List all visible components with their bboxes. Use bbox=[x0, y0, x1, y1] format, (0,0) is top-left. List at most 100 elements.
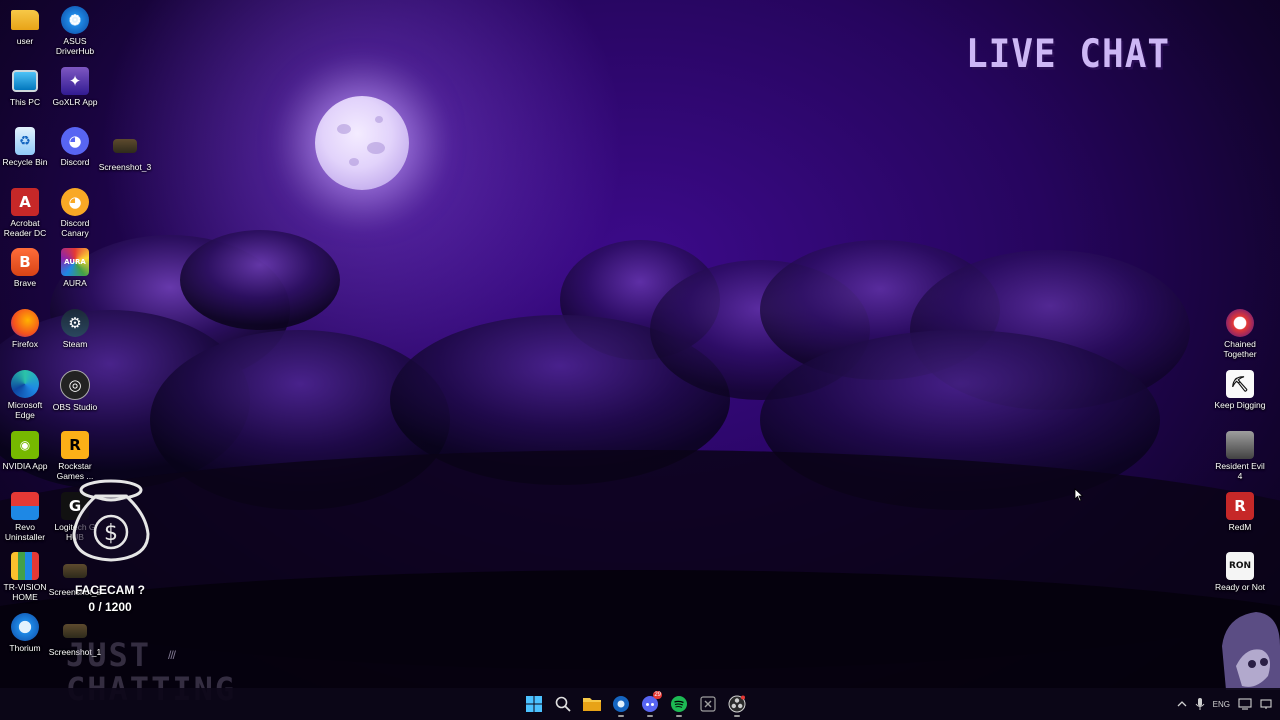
desktop-icon-revo[interactable]: Revo Uninstaller bbox=[0, 492, 51, 542]
icon-label: TR-VISION HOME bbox=[3, 582, 47, 602]
desktop-icon-discord-canary[interactable]: ◕ Discord Canary bbox=[49, 188, 101, 238]
discord-notification-badge: 29 bbox=[653, 691, 662, 699]
icon-label: Recycle Bin bbox=[2, 157, 48, 167]
search-icon bbox=[555, 696, 571, 712]
screenshot-icon bbox=[63, 564, 87, 578]
svg-text:$: $ bbox=[104, 521, 118, 546]
icon-label: Resident Evil 4 bbox=[1215, 461, 1265, 481]
redm-icon: R bbox=[1226, 492, 1254, 520]
acrobat-icon: A bbox=[11, 188, 39, 216]
desktop-icon-edge[interactable]: Microsoft Edge bbox=[0, 370, 51, 420]
taskbar-file-explorer[interactable] bbox=[580, 690, 604, 718]
icon-label: Firefox bbox=[12, 339, 38, 349]
file-explorer-icon bbox=[583, 698, 601, 711]
icon-label: Revo Uninstaller bbox=[4, 522, 46, 542]
microphone-icon bbox=[1195, 698, 1205, 710]
obs-icon: ◎ bbox=[60, 370, 90, 400]
keep-digging-icon: ⛏ bbox=[1226, 370, 1254, 398]
display-icon bbox=[1238, 698, 1252, 710]
icon-label: AURA bbox=[63, 278, 87, 288]
chevron-up-icon bbox=[1177, 701, 1187, 707]
nvidia-icon: ◉ bbox=[11, 431, 39, 459]
network-button[interactable] bbox=[1260, 698, 1274, 710]
desktop-icon-brave[interactable]: B Brave bbox=[0, 248, 51, 288]
desktop-icon-screenshot-3[interactable]: Screenshot_3 bbox=[99, 132, 151, 172]
language-indicator[interactable]: ENG bbox=[1213, 700, 1230, 709]
ready-or-not-icon: RON bbox=[1226, 552, 1254, 580]
live-chat-title: LIVE CHAT bbox=[966, 31, 1171, 78]
monitor-icon bbox=[12, 70, 38, 92]
desktop: LIVE CHAT user This PC ♻ Recycle Bin A A… bbox=[0, 0, 1280, 720]
icon-label: user bbox=[16, 36, 34, 46]
mascot-avatar bbox=[1222, 612, 1280, 690]
goxlr-icon: ✦ bbox=[61, 67, 89, 95]
brave-icon: B bbox=[11, 248, 39, 276]
cloud-wallpaper bbox=[0, 230, 1280, 720]
desktop-icon-ready-or-not[interactable]: RON Ready or Not bbox=[1214, 552, 1266, 592]
folder-icon bbox=[11, 10, 39, 30]
discord-canary-icon: ◕ bbox=[61, 188, 89, 216]
taskbar-discord[interactable]: 29 bbox=[638, 690, 662, 718]
spotify-icon bbox=[671, 696, 687, 712]
facecam-goal: FACECAM ? 0 / 1200 bbox=[60, 582, 160, 616]
screenshot-icon bbox=[113, 139, 137, 153]
desktop-icon-thorium[interactable]: Thorium bbox=[0, 613, 51, 653]
icon-label: NVIDIA App bbox=[2, 461, 48, 471]
gear-icon: ⚙ bbox=[61, 6, 89, 34]
taskbar-obs[interactable] bbox=[725, 690, 749, 718]
desktop-icon-goxlr[interactable]: ✦ GoXLR App bbox=[49, 67, 101, 107]
aura-icon: AURA bbox=[61, 248, 89, 276]
trvision-icon bbox=[11, 552, 39, 580]
icon-label: Chained Together bbox=[1223, 339, 1257, 359]
discord-icon: ◕ bbox=[61, 127, 89, 155]
microphone-button[interactable] bbox=[1195, 697, 1205, 711]
recycle-bin-icon: ♻ bbox=[15, 127, 35, 155]
search-button[interactable] bbox=[551, 690, 575, 718]
desktop-icon-firefox[interactable]: Firefox bbox=[0, 309, 51, 349]
icon-label: Ready or Not bbox=[1214, 582, 1266, 592]
obs-icon bbox=[728, 695, 746, 713]
icon-label: Discord bbox=[60, 157, 90, 167]
desktop-icon-redm[interactable]: R RedM bbox=[1214, 492, 1266, 532]
taskbar-apps: 29 bbox=[522, 688, 749, 720]
desktop-icon-discord[interactable]: ◕ Discord bbox=[49, 127, 101, 167]
desktop-icon-acrobat[interactable]: A Acrobat Reader DC bbox=[0, 188, 51, 238]
system-tray: ENG bbox=[1177, 688, 1274, 720]
desktop-icon-nvidia[interactable]: ◉ NVIDIA App bbox=[0, 431, 51, 471]
desktop-icon-keep-digging[interactable]: ⛏ Keep Digging bbox=[1214, 370, 1266, 410]
display-button[interactable] bbox=[1238, 698, 1252, 710]
language-text: ENG bbox=[1212, 699, 1230, 709]
desktop-icon-recycle-bin[interactable]: ♻ Recycle Bin bbox=[0, 127, 51, 167]
desktop-icon-aura[interactable]: AURA AURA bbox=[49, 248, 101, 288]
moon bbox=[315, 96, 409, 190]
desktop-icon-resident-evil[interactable]: Resident Evil 4 bbox=[1214, 431, 1266, 481]
network-icon bbox=[1260, 699, 1272, 709]
edge-icon bbox=[11, 370, 39, 398]
icon-label: Microsoft Edge bbox=[7, 400, 43, 420]
icon-label: Steam bbox=[62, 339, 88, 349]
desktop-icon-trvision[interactable]: TR-VISION HOME bbox=[0, 552, 51, 602]
icon-label: Discord Canary bbox=[60, 218, 90, 238]
scene-arrows: /// bbox=[168, 648, 176, 662]
resident-evil-icon bbox=[1226, 431, 1254, 459]
desktop-icon-user[interactable]: user bbox=[0, 6, 51, 46]
icon-label: This PC bbox=[9, 97, 41, 107]
desktop-icon-steam[interactable]: ⚙ Steam bbox=[49, 309, 101, 349]
revo-icon bbox=[11, 492, 39, 520]
facecam-goal-label: FACECAM ? bbox=[75, 583, 145, 597]
taskbar-excel[interactable] bbox=[696, 690, 720, 718]
icon-label: RedM bbox=[1228, 522, 1252, 532]
desktop-icon-this-pc[interactable]: This PC bbox=[0, 67, 51, 107]
start-button[interactable] bbox=[522, 690, 546, 718]
icon-label: ASUS DriverHub bbox=[55, 36, 95, 56]
desktop-icon-chained-together[interactable]: Chained Together bbox=[1214, 309, 1266, 359]
desktop-icon-asus-driverhub[interactable]: ⚙ ASUS DriverHub bbox=[49, 6, 101, 56]
icon-label: Brave bbox=[13, 278, 37, 288]
show-hidden-icons-button[interactable] bbox=[1177, 700, 1187, 708]
desktop-icon-obs[interactable]: ◎ OBS Studio bbox=[49, 370, 101, 412]
chained-together-icon bbox=[1226, 309, 1254, 337]
thorium-icon bbox=[613, 696, 629, 712]
taskbar-thorium[interactable] bbox=[609, 690, 633, 718]
taskbar-spotify[interactable] bbox=[667, 690, 691, 718]
money-bag-icon: $ bbox=[72, 479, 150, 562]
